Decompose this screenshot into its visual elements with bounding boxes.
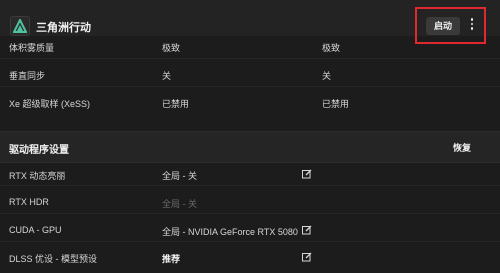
setting-value[interactable]: 极致 bbox=[162, 41, 180, 54]
setting-value-optimal: 关 bbox=[322, 71, 332, 81]
setting-value: 全局 - NVIDIA GeForce RTX 5080 bbox=[162, 227, 298, 237]
setting-name: 体积雾质量 bbox=[9, 43, 55, 53]
setting-name: DLSS 优设 - 模型预设 bbox=[9, 254, 98, 264]
setting-name: Xe 超级取样 (XeSS) bbox=[9, 99, 91, 109]
delta-force-icon bbox=[10, 16, 30, 36]
setting-value[interactable]: 关 bbox=[162, 69, 171, 82]
setting-name: RTX HDR bbox=[9, 197, 49, 207]
launch-button[interactable]: 启动 bbox=[426, 17, 460, 35]
divider bbox=[0, 58, 500, 59]
divider bbox=[0, 86, 500, 87]
setting-value-optimal: 极致 bbox=[322, 43, 341, 53]
game-title: 三角洲行动 bbox=[36, 22, 91, 34]
setting-value[interactable]: 已禁用 bbox=[162, 97, 189, 110]
setting-value: 全局 - 关 bbox=[162, 199, 197, 209]
divider bbox=[0, 185, 500, 186]
section-title: 驱动程序设置 bbox=[9, 145, 69, 156]
setting-value: 推荐 bbox=[162, 254, 181, 264]
setting-name: 垂直同步 bbox=[9, 71, 46, 81]
setting-value: 全局 - 关 bbox=[162, 171, 197, 181]
divider bbox=[0, 241, 500, 242]
edit-icon[interactable] bbox=[302, 252, 312, 262]
restore-button[interactable]: 恢复 bbox=[453, 141, 471, 154]
setting-name: RTX 动态亮丽 bbox=[9, 171, 66, 181]
driver-settings-header: 驱动程序设置 恢复 bbox=[0, 131, 500, 163]
divider bbox=[0, 213, 500, 214]
edit-icon[interactable] bbox=[302, 169, 312, 179]
more-options-icon[interactable] bbox=[468, 18, 476, 34]
setting-value-optimal: 已禁用 bbox=[322, 99, 350, 109]
setting-name: CUDA - GPU bbox=[9, 225, 62, 235]
edit-icon[interactable] bbox=[302, 225, 312, 235]
